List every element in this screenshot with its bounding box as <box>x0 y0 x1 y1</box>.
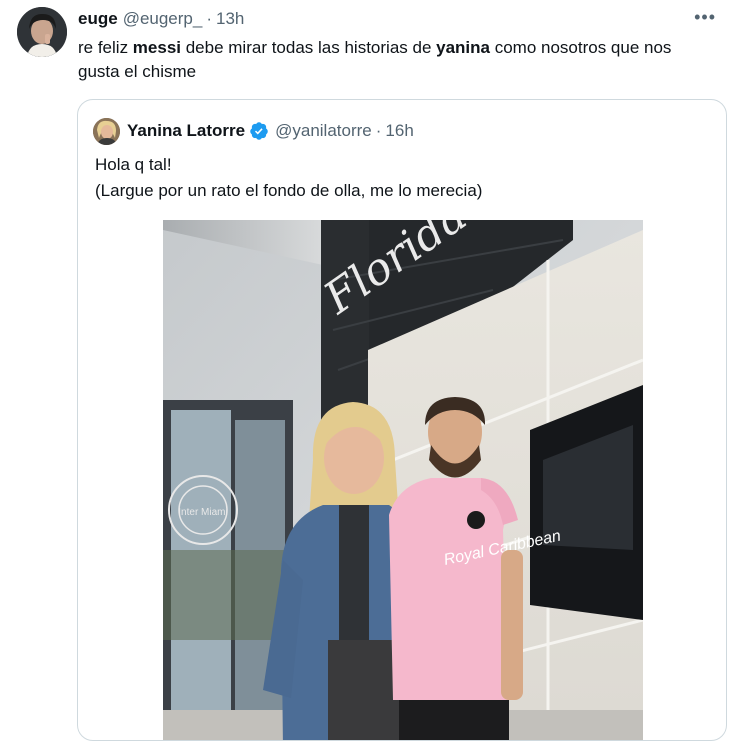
photo-image: Florida Inter Miami Royal Caribbean <box>163 220 643 740</box>
tweet-photo[interactable]: Florida Inter Miami Royal Caribbean <box>163 220 643 740</box>
quoted-author-handle[interactable]: @yanilatorre <box>275 121 372 141</box>
separator-dot: · <box>375 121 382 140</box>
quoted-tweet-header: Yanina Latorre @yanilatorre · 16h <box>93 117 414 145</box>
quoted-avatar-photo <box>93 117 120 145</box>
tweet-text-part: debe mirar todas las historias de <box>181 38 437 57</box>
quoted-tweet-text: Hola q tal! (Largue por un rato el fondo… <box>95 152 482 204</box>
tweet-text-part: re feliz <box>78 38 133 57</box>
author-avatar[interactable] <box>17 7 67 57</box>
quoted-text-line: Hola q tal! <box>95 155 172 174</box>
author-name[interactable]: euge <box>78 9 118 29</box>
more-options-icon[interactable]: ••• <box>694 7 716 28</box>
tweet-text: re feliz messi debe mirar todas las hist… <box>78 36 716 84</box>
quoted-timestamp[interactable]: 16h <box>385 121 413 141</box>
tweet-text-bold: messi <box>132 38 181 57</box>
author-handle[interactable]: @eugerp_ <box>123 9 203 29</box>
tweet-header: euge @eugerp_ · 13h ••• <box>78 7 716 29</box>
verified-badge-icon <box>250 122 268 140</box>
tweet-text-bold: yanina <box>436 38 490 57</box>
separator-dot: · <box>206 9 213 28</box>
door-logo: Inter Miami <box>178 507 227 518</box>
quoted-tweet-card[interactable]: Yanina Latorre @yanilatorre · 16h Hola q… <box>77 99 727 741</box>
tweet-timestamp[interactable]: 13h <box>216 9 244 29</box>
avatar-photo <box>17 7 67 57</box>
quoted-author-name[interactable]: Yanina Latorre <box>127 121 245 141</box>
quoted-text-line: (Largue por un rato el fondo de olla, me… <box>95 181 483 200</box>
quoted-author-avatar[interactable] <box>93 117 120 145</box>
